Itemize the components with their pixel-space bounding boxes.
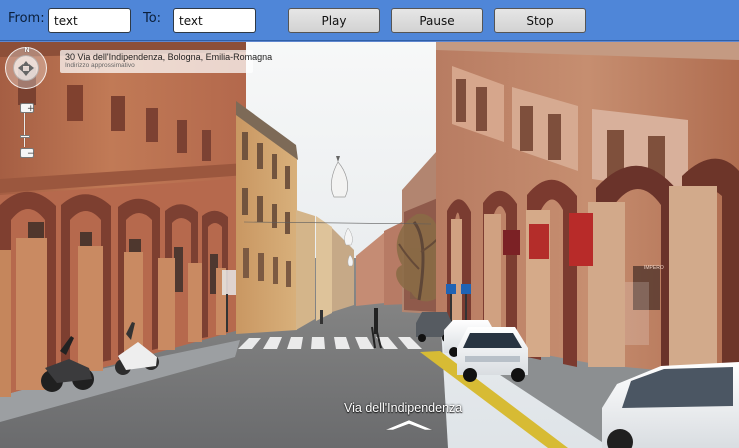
route-toolbar: From: To: Play Pause Stop (0, 0, 739, 41)
street-view-panorama[interactable]: IMPERO 30 Via dell'Indipendenza, Bologna… (0, 42, 739, 448)
from-input[interactable] (48, 8, 131, 33)
street-scene[interactable]: IMPERO (0, 42, 739, 448)
zoom-slider-thumb[interactable] (20, 135, 30, 138)
address-bubble: 30 Via dell'Indipendenza, Bologna, Emili… (60, 50, 273, 73)
navigation-pan-icon[interactable] (13, 55, 39, 81)
street-direction-chevron-icon[interactable] (383, 417, 435, 433)
to-input[interactable] (173, 8, 256, 33)
address-text: 30 Via dell'Indipendenza, Bologna, Emili… (65, 52, 273, 62)
pause-button[interactable]: Pause (391, 8, 483, 33)
pan-left-icon[interactable] (18, 64, 23, 72)
zoom-out-button[interactable]: − (20, 148, 35, 159)
from-label: From: (8, 11, 45, 26)
to-label: To: (143, 11, 162, 26)
stop-button[interactable]: Stop (494, 8, 586, 33)
compass-north-label: N (24, 47, 30, 54)
zoom-track[interactable] (24, 108, 25, 147)
navigation-pan-control[interactable]: N (5, 47, 47, 89)
street-view-app: From: To: Play Pause Stop (0, 0, 739, 448)
street-name-label: Via dell'Indipendenza (344, 401, 463, 415)
pan-right-icon[interactable] (29, 64, 34, 72)
play-button[interactable]: Play (288, 8, 380, 33)
zoom-in-button[interactable]: + (20, 103, 35, 114)
shop-sign-text: IMPERO (644, 265, 664, 271)
address-note: Indirizzo approssimativo (65, 62, 135, 69)
